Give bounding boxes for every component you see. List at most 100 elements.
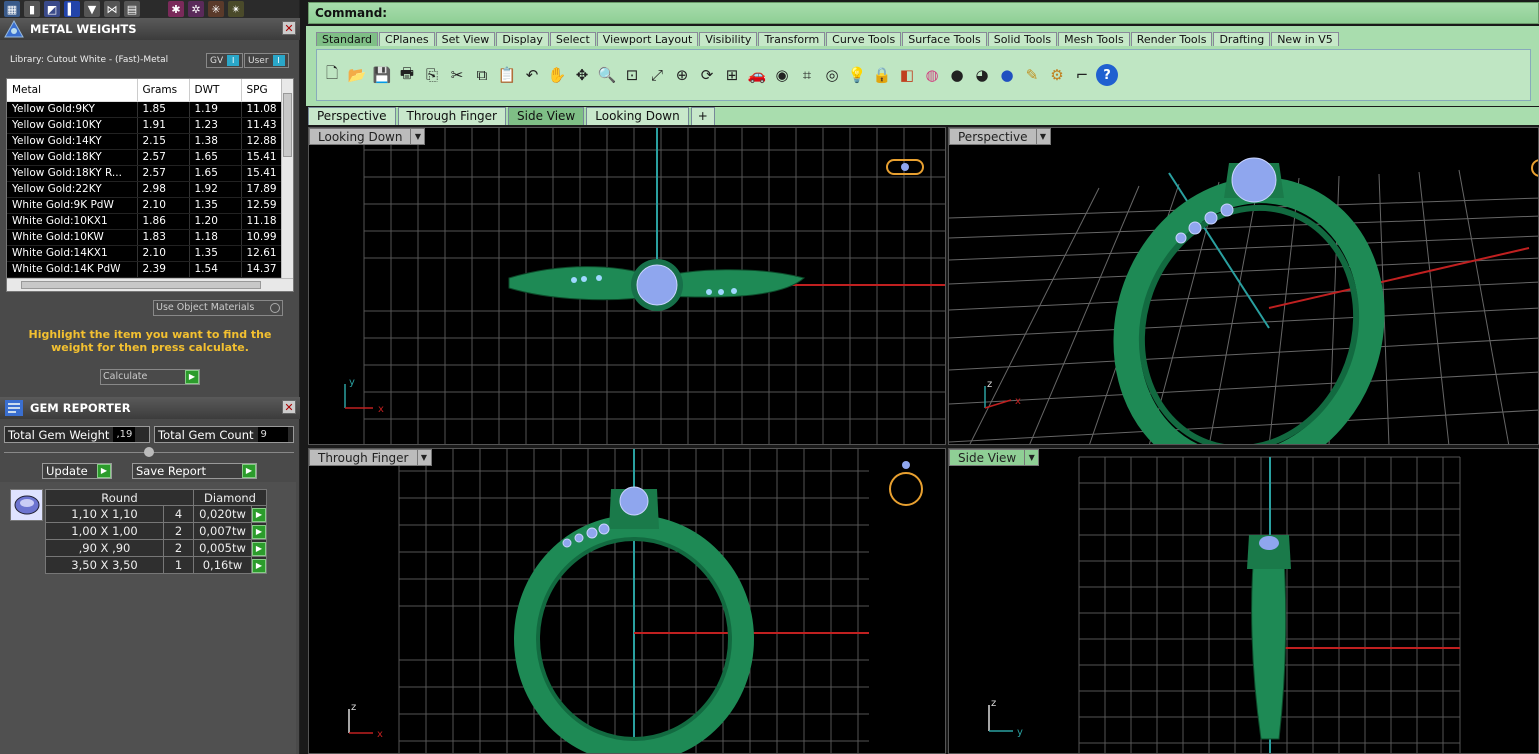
- blue-sphere-icon[interactable]: ●: [996, 64, 1018, 86]
- table-row[interactable]: Yellow Gold:18KY 2.57 1.65 15.41: [7, 149, 284, 166]
- gem-row-action[interactable]: ▶: [251, 556, 267, 574]
- view-tab[interactable]: Side View: [508, 107, 585, 125]
- toolbar-tab[interactable]: CPlanes: [379, 32, 435, 46]
- splitter-handle-icon[interactable]: [144, 447, 154, 457]
- toolbar-tab[interactable]: Set View: [435, 32, 496, 46]
- viewport-perspective[interactable]: z x Perspective ▼: [948, 127, 1539, 445]
- save-report-button[interactable]: Save Report ▶: [132, 463, 257, 479]
- table-row[interactable]: Yellow Gold:22KY 2.98 1.92 17.89: [7, 181, 284, 198]
- vertical-scrollbar[interactable]: [281, 79, 293, 279]
- shaded-sphere-icon[interactable]: ●: [946, 64, 968, 86]
- table-row[interactable]: Yellow Gold:18KY R... 2.57 1.65 15.41: [7, 165, 284, 182]
- scroll-thumb[interactable]: [283, 93, 292, 157]
- move-icon[interactable]: ✥: [571, 64, 593, 86]
- network-icon[interactable]: ⋈: [104, 1, 120, 17]
- metal-column-header[interactable]: Metal: [7, 79, 138, 102]
- metal-column-header[interactable]: Grams: [137, 79, 190, 102]
- table-row[interactable]: White Gold:10KX1 1.86 1.20 11.18: [7, 213, 284, 230]
- bar-icon[interactable]: ▍: [64, 1, 80, 17]
- toolbar-tab[interactable]: New in V5: [1271, 32, 1339, 46]
- import-icon[interactable]: ⎘: [421, 64, 443, 86]
- view-tab[interactable]: Through Finger: [397, 107, 506, 125]
- zoom-extents-icon[interactable]: ⤢: [646, 64, 668, 86]
- splitter[interactable]: [4, 447, 294, 457]
- toolbar-tab[interactable]: Select: [549, 32, 596, 46]
- chevron-down-icon[interactable]: ▼: [416, 450, 431, 465]
- filter-icon[interactable]: ▼: [84, 1, 100, 17]
- pencil-icon[interactable]: ✎: [1021, 64, 1043, 86]
- open-icon[interactable]: 📂: [346, 64, 368, 86]
- play-icon[interactable]: ▶: [252, 559, 266, 573]
- command-bar[interactable]: Command:: [308, 2, 1539, 24]
- toolbar-tab[interactable]: Drafting: [1213, 32, 1271, 46]
- tool-icon-c[interactable]: ✳: [208, 1, 224, 17]
- print-icon[interactable]: 🖶: [396, 64, 418, 86]
- scroll-thumb[interactable]: [21, 281, 261, 289]
- table-row[interactable]: White Gold:14K PdW 2.39 1.54 14.37: [7, 261, 284, 278]
- toolbar-tab[interactable]: Viewport Layout: [596, 32, 699, 46]
- render-sphere-icon[interactable]: ◕: [971, 64, 993, 86]
- table-row[interactable]: White Gold:10KW 1.83 1.18 10.99: [7, 229, 284, 246]
- pan-hand-icon[interactable]: ✋: [546, 64, 568, 86]
- toolbar-tab[interactable]: Mesh Tools: [1058, 32, 1130, 46]
- close-icon[interactable]: ✕: [282, 400, 296, 414]
- play-icon[interactable]: ▶: [185, 370, 199, 384]
- dimension-icon[interactable]: ⌐: [1071, 64, 1093, 86]
- viewport-label[interactable]: Perspective ▼: [949, 128, 1051, 145]
- four-views-icon[interactable]: ⊞: [721, 64, 743, 86]
- tool-icon-a[interactable]: ✱: [168, 1, 184, 17]
- play-icon[interactable]: ▶: [242, 464, 256, 478]
- zoom-window-icon[interactable]: ⊡: [621, 64, 643, 86]
- radio-icon[interactable]: [270, 303, 280, 313]
- copy-icon[interactable]: ⧉: [471, 64, 493, 86]
- viewport-side-view[interactable]: z y Side View ▼: [948, 448, 1539, 754]
- table-row[interactable]: White Gold:14KX1 2.10 1.35 12.61: [7, 245, 284, 262]
- undo-icon[interactable]: ↶: [521, 64, 543, 86]
- play-icon[interactable]: ▶: [97, 464, 111, 478]
- light-icon[interactable]: 💡: [846, 64, 868, 86]
- zoom-icon[interactable]: 🔍: [596, 64, 618, 86]
- chevron-down-icon[interactable]: ▼: [1035, 129, 1050, 144]
- camera-icon[interactable]: ◉: [771, 64, 793, 86]
- play-icon[interactable]: ▶: [252, 542, 266, 556]
- gem-row[interactable]: 1,00 X 1,00 2 0,007tw ▶: [45, 522, 267, 540]
- mug-icon[interactable]: ▮: [24, 1, 40, 17]
- toolbar-tab[interactable]: Display: [496, 32, 549, 46]
- rotate-view-icon[interactable]: ⟳: [696, 64, 718, 86]
- toolbar-tab[interactable]: Visibility: [699, 32, 758, 46]
- gem-row-action[interactable]: ▶: [251, 505, 267, 523]
- document-icon[interactable]: ▤: [124, 1, 140, 17]
- layer-icon[interactable]: ◧: [896, 64, 918, 86]
- table-row[interactable]: Yellow Gold:10KY 1.91 1.23 11.43: [7, 117, 284, 134]
- toolbar-tab[interactable]: Render Tools: [1130, 32, 1213, 46]
- gem-row[interactable]: 1,10 X 1,10 4 0,020tw ▶: [45, 505, 267, 523]
- play-icon[interactable]: ▶: [252, 508, 266, 522]
- help-icon[interactable]: ?: [1096, 64, 1118, 86]
- gem-row-action[interactable]: ▶: [251, 522, 267, 540]
- save-icon[interactable]: 💾: [371, 64, 393, 86]
- table-row[interactable]: Yellow Gold:14KY 2.15 1.38 12.88: [7, 133, 284, 150]
- horizontal-scrollbar[interactable]: [7, 278, 293, 291]
- toolbar-tab[interactable]: Standard: [316, 32, 379, 46]
- toolbar-tab[interactable]: Curve Tools: [826, 32, 902, 46]
- cube-icon[interactable]: ◩: [44, 1, 60, 17]
- viewport-label[interactable]: Through Finger ▼: [309, 449, 432, 466]
- lock-icon[interactable]: 🔒: [871, 64, 893, 86]
- paste-icon[interactable]: 📋: [496, 64, 518, 86]
- gem-row[interactable]: 3,50 X 3,50 1 0,16tw ▶: [45, 556, 267, 574]
- new-icon[interactable]: 🗋: [321, 64, 343, 86]
- toolbar-tab[interactable]: Transform: [758, 32, 826, 46]
- close-icon[interactable]: ✕: [282, 21, 296, 35]
- add-view-tab-icon[interactable]: +: [690, 107, 715, 125]
- table-row[interactable]: White Gold:9K PdW 2.10 1.35 12.59: [7, 197, 284, 214]
- tool-icon-b[interactable]: ✲: [188, 1, 204, 17]
- car-icon[interactable]: 🚗: [746, 64, 768, 86]
- cut-icon[interactable]: ✂: [446, 64, 468, 86]
- user-toggle[interactable]: User I: [244, 53, 289, 68]
- play-icon[interactable]: ▶: [252, 525, 266, 539]
- grid-icon[interactable]: ▦: [4, 1, 20, 17]
- viewport-through-finger[interactable]: z x Through Finger ▼: [308, 448, 946, 754]
- metal-column-header[interactable]: SPG: [241, 79, 284, 102]
- zoom-selected-icon[interactable]: ⊕: [671, 64, 693, 86]
- update-button[interactable]: Update ▶: [42, 463, 112, 479]
